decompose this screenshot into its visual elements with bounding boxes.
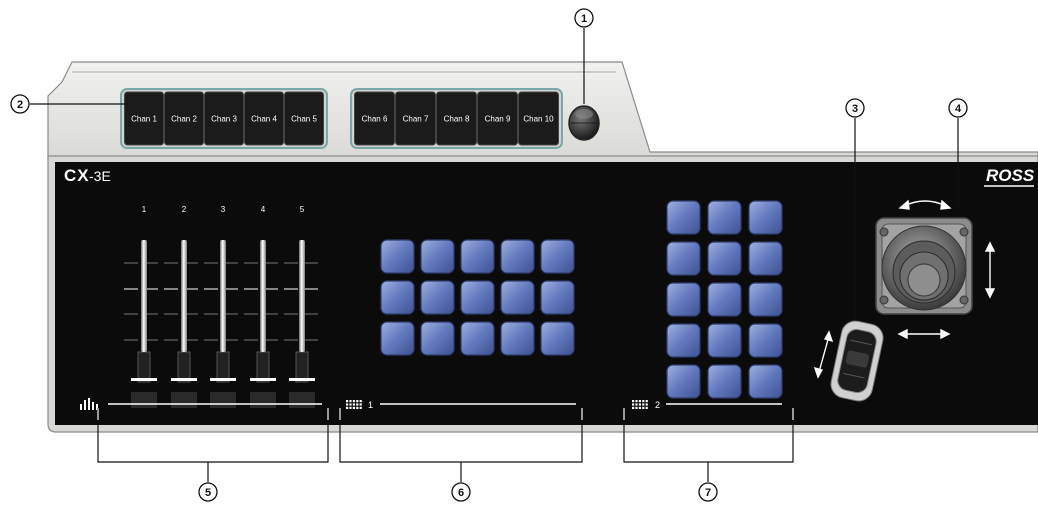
keypad-1-key[interactable] [380,321,415,356]
channel-button-label: Chan 9 [485,115,511,124]
svg-text:ROSS: ROSS [986,166,1035,185]
callout-number: 1 [581,13,587,25]
callout-number: 4 [955,103,962,115]
fader-cap[interactable] [141,240,147,352]
callout-number: 7 [705,487,711,499]
keypad-2-key[interactable] [666,282,701,317]
channel-button-6[interactable]: Chan 6 [354,91,395,146]
callout-1: 1 [574,8,594,28]
keypad-1-key[interactable] [540,280,575,315]
fader-cap[interactable] [181,240,187,352]
keypad-2-label: 2 [655,400,660,410]
keypad-1-key[interactable] [380,280,415,315]
keypad-1-key[interactable] [420,239,455,274]
keypad-2-key[interactable] [748,282,783,317]
keypad-1-key[interactable] [500,321,535,356]
keypad-2-key[interactable] [707,364,742,399]
callout-number: 3 [852,103,858,115]
channel-button-label: Chan 7 [403,115,429,124]
channel-button-9[interactable]: Chan 9 [477,91,518,146]
channel-button-10[interactable]: Chan 10 [518,91,559,146]
keypad-2-key[interactable] [666,241,701,276]
model-logo-prefix: CX [64,166,90,185]
keypad-1-key[interactable] [460,280,495,315]
channel-button-label: Chan 8 [444,115,470,124]
keypad-2-key[interactable] [748,323,783,358]
keypad-2-key[interactable] [707,323,742,358]
fader-cap[interactable] [260,240,266,352]
keypad-1-key[interactable] [420,321,455,356]
channel-button-5[interactable]: Chan 5 [284,91,324,146]
keypad-1-key[interactable] [500,239,535,274]
joystick[interactable] [875,217,973,315]
callout-3: 3 [845,98,865,118]
fader-number-label: 2 [182,205,187,214]
channel-button-3[interactable]: Chan 3 [204,91,244,146]
channel-button-label: Chan 3 [211,115,237,124]
callout-5: 5 [198,482,218,502]
channel-button-label: Chan 10 [523,115,554,124]
keypad-1-key[interactable] [460,239,495,274]
callout-7: 7 [698,482,718,502]
callout-6: 6 [451,482,471,502]
fader-cap[interactable] [299,240,305,352]
keypad-1-key[interactable] [500,280,535,315]
callout-number: 2 [17,99,23,111]
keypad-1-key[interactable] [540,321,575,356]
channel-button-label: Chan 1 [131,115,157,124]
fader-number-label: 4 [261,205,266,214]
model-logo-suffix: -3E [89,168,111,184]
channel-button-4[interactable]: Chan 4 [244,91,284,146]
keypad-2-key[interactable] [748,241,783,276]
rotary-knob[interactable] [568,105,600,141]
keypad-2-key[interactable] [666,364,701,399]
channel-button-2[interactable]: Chan 2 [164,91,204,146]
channel-button-label: Chan 5 [291,115,317,124]
keypad-1-key[interactable] [420,280,455,315]
channel-button-label: Chan 4 [251,115,277,124]
fader-number-label: 3 [221,205,226,214]
channel-button-label: Chan 2 [171,115,197,124]
callout-number: 5 [205,487,211,499]
callout-4: 4 [948,98,968,118]
channel-button-label: Chan 6 [362,115,388,124]
keypad-2-key[interactable] [666,200,701,235]
cx3e-panel-diagram: Chan 1 Chan 2 Chan 3 Chan 4 Chan 5 Chan 6 Chan… [10,8,1038,502]
keypad-2 [666,200,783,399]
keypad-1-key[interactable] [380,239,415,274]
fader-number-label: 5 [300,205,305,214]
fader-number-label: 1 [142,205,147,214]
channel-button-8[interactable]: Chan 8 [436,91,477,146]
ross-logo: ROSS [984,166,1035,187]
channel-button-7[interactable]: Chan 7 [395,91,436,146]
keypad-1-key[interactable] [540,239,575,274]
channel-button-1[interactable]: Chan 1 [124,91,164,146]
channel-group-2: Chan 6 Chan 7 Chan 8 Chan 9 Chan 10 [350,88,563,149]
fader-cap[interactable] [220,240,226,352]
model-logo: CX -3E [64,166,111,185]
callout-number: 6 [458,487,464,499]
keypad-2-key[interactable] [748,200,783,235]
keypad-2-key[interactable] [666,323,701,358]
keypad-1-key[interactable] [460,321,495,356]
keypad-2-key[interactable] [748,364,783,399]
callout-2: 2 [10,94,30,114]
keypad-2-key[interactable] [707,200,742,235]
keypad-1 [380,239,575,356]
keypad-2-key[interactable] [707,241,742,276]
keypad-1-label: 1 [368,400,373,410]
channel-group-1: Chan 1 Chan 2 Chan 3 Chan 4 Chan 5 [120,88,328,149]
keypad-2-key[interactable] [707,282,742,317]
